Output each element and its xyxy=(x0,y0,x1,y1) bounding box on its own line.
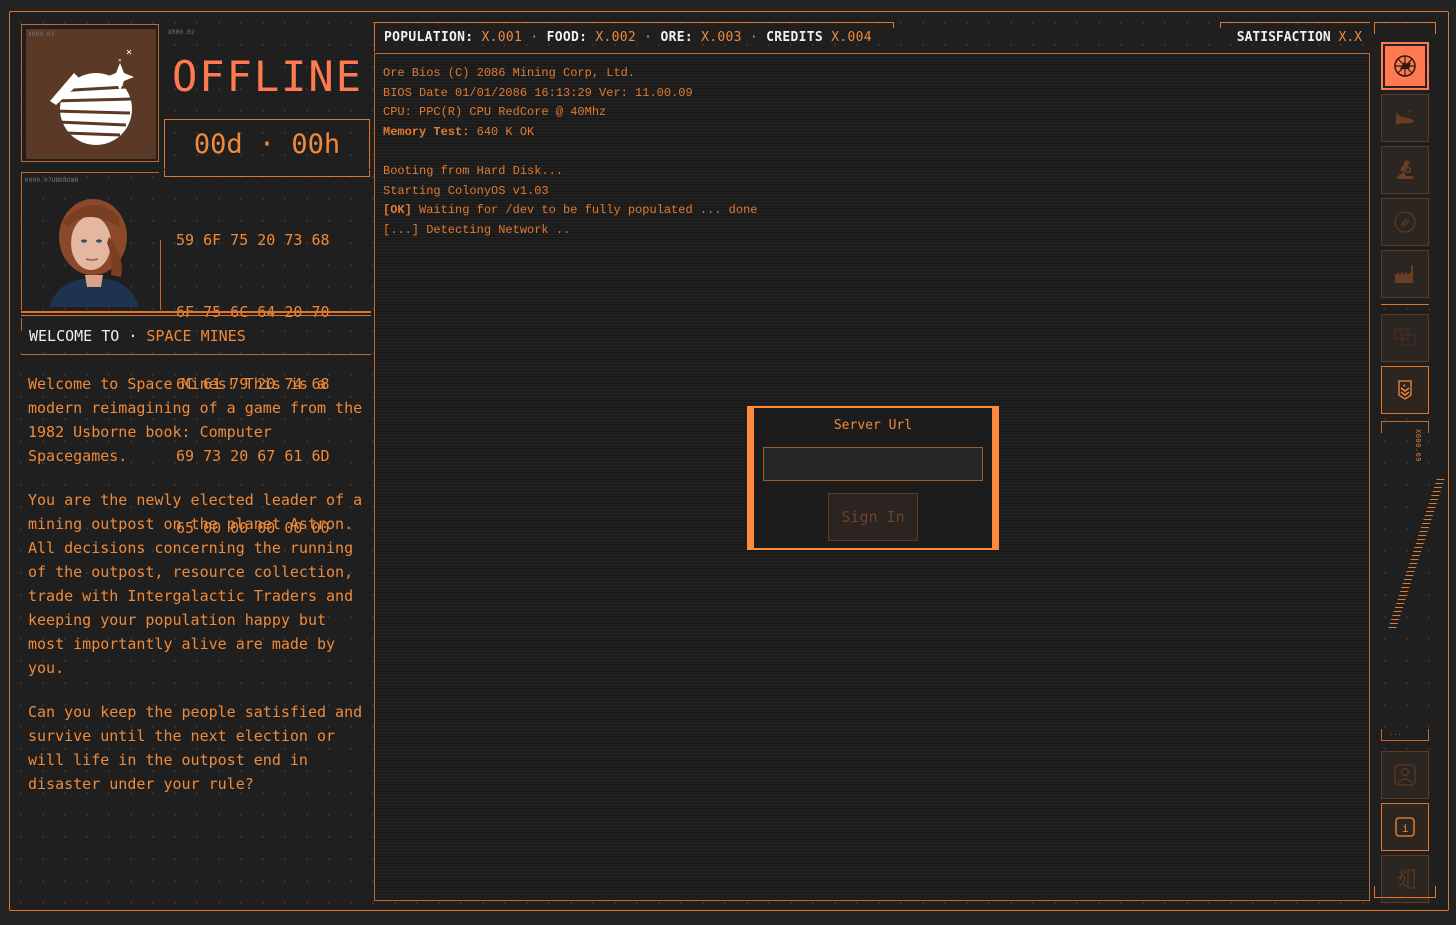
log-line-text: Ore Bios (C) 2086 Mining Corp, Ltd. xyxy=(383,66,636,80)
log-line-tag: Memory Test: xyxy=(383,124,470,139)
satisfaction-label: SATISFACTION xyxy=(1236,30,1331,45)
hex-row: 59 6F 75 20 73 68 xyxy=(176,231,330,249)
separator: · xyxy=(749,30,759,45)
svg-text:i: i xyxy=(1402,822,1409,835)
log-line-text: Starting ColonyOS v1.03 xyxy=(383,183,549,198)
timer-days: 00d xyxy=(193,129,243,160)
intro-paragraph: Welcome to Space Mines! This is a modern… xyxy=(28,375,363,465)
research-nav-button[interactable] xyxy=(1381,146,1429,194)
log-line: Ore Bios (C) 2086 Mining Corp, Ltd. xyxy=(383,64,757,84)
rail-bracket xyxy=(1374,886,1436,898)
food-value: X.002 xyxy=(595,30,637,45)
rail-bracket xyxy=(1374,22,1436,34)
log-line-text: Waiting for /dev to be fully populated .… xyxy=(411,203,758,218)
log-line: BIOS Date 01/01/2086 16:13:29 Ver: 11.00… xyxy=(383,84,757,104)
resource-status-bar: POPULATION: X.001 · FOOD: X.002 · ORE: X… xyxy=(374,22,894,52)
game-title: SPACE MINES xyxy=(146,327,246,345)
factory-icon xyxy=(1395,265,1413,283)
ore-value: X.003 xyxy=(701,30,742,45)
avatar xyxy=(27,187,157,307)
log-spacer xyxy=(383,142,757,162)
gauge-ticks xyxy=(1387,479,1445,631)
svg-text:✕: ✕ xyxy=(118,57,122,64)
terminal-screen: Ore Bios (C) 2086 Mining Corp, Ltd. BIOS … xyxy=(374,53,1370,901)
timer-hours: 00h xyxy=(291,129,341,160)
colony-wheel-icon xyxy=(1394,55,1416,77)
logo-box: ✕ ✕ X000.01 xyxy=(21,24,159,162)
svg-text:✕: ✕ xyxy=(126,47,132,58)
svg-text:+: + xyxy=(1408,109,1412,116)
ore-label: ORE: xyxy=(660,30,693,45)
boot-log: Ore Bios (C) 2086 Mining Corp, Ltd. BIOS … xyxy=(383,64,757,240)
welcome-separator: · xyxy=(128,327,138,345)
satisfaction-status: SATISFACTION X.X xyxy=(1220,22,1370,52)
ore-ring-icon xyxy=(1394,211,1416,233)
log-line: Memory Test: 640 K OK xyxy=(383,123,757,143)
status-tag: X000.02 xyxy=(168,29,195,36)
separator: · xyxy=(644,30,653,45)
info-icon: i xyxy=(1395,817,1415,837)
satisfaction-value: X.X xyxy=(1338,30,1362,45)
log-line: [OK] Waiting for /dev to be fully popula… xyxy=(383,201,757,221)
game-logo: ✕ ✕ xyxy=(26,29,156,159)
connection-status: OFFLINE xyxy=(172,52,364,101)
separator: · xyxy=(530,30,539,45)
log-line: Starting ColonyOS v1.03 xyxy=(383,182,757,202)
avatar-box: K000.07UNKNOWN xyxy=(21,172,161,310)
rank-chevron-icon: ★ xyxy=(1398,380,1412,400)
rail-divider xyxy=(1381,304,1429,305)
server-url-label: Server Url xyxy=(833,418,913,433)
population-value: X.001 xyxy=(481,30,523,45)
svg-text:★: ★ xyxy=(1403,382,1407,389)
welcome-prefix: WELCOME TO xyxy=(29,327,120,345)
log-line-text: Booting from Hard Disk... xyxy=(383,163,564,178)
login-dialog: Server Url Sign In xyxy=(747,406,999,550)
gauge-label: X000.69 xyxy=(1414,429,1422,463)
population-label: POPULATION: xyxy=(384,30,474,45)
industry-nav-button[interactable] xyxy=(1381,250,1429,298)
divider xyxy=(21,311,371,316)
log-line-text: [...] Detecting Network .. xyxy=(383,222,571,237)
trade-nav-button[interactable]: $ xyxy=(1381,314,1429,362)
colony-nav-button[interactable] xyxy=(1381,42,1429,90)
game-frame: ✕ ✕ X000.01 X000.02 OFFLINE 00d · 00h K0… xyxy=(9,11,1449,911)
intro-text: Welcome to Space Mines! This is a modern… xyxy=(28,372,368,816)
log-line-text: CPU: PPC(R) CPU RedCore @ 40Mhz xyxy=(383,105,607,120)
food-label: FOOD: xyxy=(546,30,588,45)
avatar-tag: K000.07UNKNOWN xyxy=(25,177,79,184)
game-timer: 00d · 00h xyxy=(164,119,370,177)
intro-paragraph: Can you keep the people satisfied and su… xyxy=(28,703,363,793)
timer-separator: · xyxy=(258,129,276,160)
trade-chat-icon: $ xyxy=(1394,328,1416,346)
sign-in-button[interactable]: Sign In xyxy=(828,493,918,541)
log-line: [...] Detecting Network .. xyxy=(383,221,757,241)
microscope-icon xyxy=(1397,160,1413,179)
log-line-tag: [OK] xyxy=(383,203,412,218)
user-icon xyxy=(1394,764,1416,786)
info-button[interactable]: i xyxy=(1381,803,1429,851)
logo-tag: X000.01 xyxy=(28,31,55,38)
planet-rocket-icon: ✕ ✕ xyxy=(50,47,134,145)
log-line: CPU: PPC(R) CPU RedCore @ 40Mhz xyxy=(383,103,757,123)
nav-rail: + $ ★ X000.69 ... i xyxy=(1373,22,1445,903)
gauge-footer: ... xyxy=(1389,729,1402,737)
log-line-text: BIOS Date 01/01/2086 16:13:29 Ver: 11.00… xyxy=(383,85,693,100)
status-gauge: X000.69 ... xyxy=(1381,421,1445,741)
credits-value: X.004 xyxy=(831,30,872,45)
intro-paragraph: You are the newly elected leader of a mi… xyxy=(28,491,363,677)
log-line-text: 640 K OK xyxy=(469,124,535,139)
left-panel: ✕ ✕ X000.01 X000.02 OFFLINE 00d · 00h K0… xyxy=(10,12,382,910)
svg-text:$: $ xyxy=(1399,331,1403,339)
credits-label: CREDITS xyxy=(766,30,824,45)
log-line: Booting from Hard Disk... xyxy=(383,162,757,182)
rank-nav-button[interactable]: ★ xyxy=(1381,366,1429,414)
mining-nav-button[interactable] xyxy=(1381,198,1429,246)
welcome-heading: WELCOME TO · SPACE MINES xyxy=(21,318,371,355)
profile-button[interactable] xyxy=(1381,751,1429,799)
server-url-input[interactable] xyxy=(763,447,983,481)
spaceport-nav-button[interactable]: + xyxy=(1381,94,1429,142)
spaceport-icon: + xyxy=(1396,109,1414,125)
